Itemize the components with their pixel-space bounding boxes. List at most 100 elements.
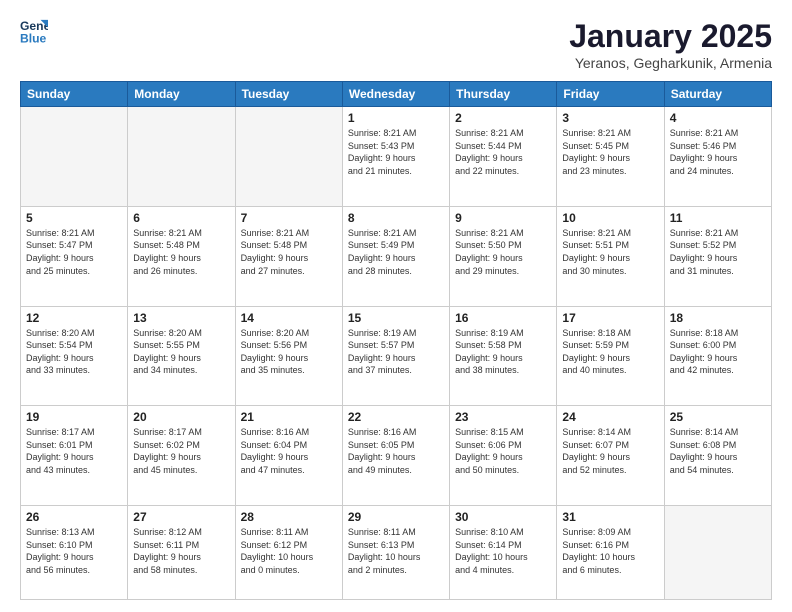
cell-info: and 21 minutes. bbox=[348, 165, 444, 178]
cell-info: Daylight: 9 hours bbox=[562, 152, 658, 165]
cell-info: Sunset: 5:58 PM bbox=[455, 339, 551, 352]
calendar-cell: 16Sunrise: 8:19 AMSunset: 5:58 PMDayligh… bbox=[450, 306, 557, 406]
cell-info: Daylight: 9 hours bbox=[241, 352, 337, 365]
cell-info: and 25 minutes. bbox=[26, 265, 122, 278]
calendar-cell: 25Sunrise: 8:14 AMSunset: 6:08 PMDayligh… bbox=[664, 406, 771, 506]
cell-info: and 0 minutes. bbox=[241, 564, 337, 577]
cell-info: Sunset: 5:54 PM bbox=[26, 339, 122, 352]
cell-info: Sunrise: 8:15 AM bbox=[455, 426, 551, 439]
cell-info: Sunset: 6:11 PM bbox=[133, 539, 229, 552]
cell-info: Sunrise: 8:21 AM bbox=[455, 127, 551, 140]
calendar-cell: 20Sunrise: 8:17 AMSunset: 6:02 PMDayligh… bbox=[128, 406, 235, 506]
cell-info: and 30 minutes. bbox=[562, 265, 658, 278]
day-number: 31 bbox=[562, 510, 658, 524]
cell-info: Sunrise: 8:18 AM bbox=[670, 327, 766, 340]
calendar-cell: 23Sunrise: 8:15 AMSunset: 6:06 PMDayligh… bbox=[450, 406, 557, 506]
day-number: 17 bbox=[562, 311, 658, 325]
day-number: 20 bbox=[133, 410, 229, 424]
cell-info: and 40 minutes. bbox=[562, 364, 658, 377]
cell-info: Sunrise: 8:09 AM bbox=[562, 526, 658, 539]
cell-info: and 2 minutes. bbox=[348, 564, 444, 577]
cell-info: and 45 minutes. bbox=[133, 464, 229, 477]
cell-info: Sunset: 5:47 PM bbox=[26, 239, 122, 252]
cell-info: Sunrise: 8:21 AM bbox=[348, 127, 444, 140]
cell-info: Sunrise: 8:10 AM bbox=[455, 526, 551, 539]
cell-info: Daylight: 9 hours bbox=[670, 451, 766, 464]
cell-info: Sunset: 5:48 PM bbox=[241, 239, 337, 252]
cell-info: Sunset: 5:49 PM bbox=[348, 239, 444, 252]
col-friday: Friday bbox=[557, 82, 664, 107]
day-number: 6 bbox=[133, 211, 229, 225]
calendar-cell: 31Sunrise: 8:09 AMSunset: 6:16 PMDayligh… bbox=[557, 506, 664, 600]
calendar-cell bbox=[235, 107, 342, 207]
cell-info: Daylight: 9 hours bbox=[133, 451, 229, 464]
cell-info: and 24 minutes. bbox=[670, 165, 766, 178]
cell-info: Sunrise: 8:21 AM bbox=[455, 227, 551, 240]
cell-info: Sunset: 5:43 PM bbox=[348, 140, 444, 153]
cell-info: Sunrise: 8:18 AM bbox=[562, 327, 658, 340]
day-number: 2 bbox=[455, 111, 551, 125]
cell-info: Sunrise: 8:17 AM bbox=[133, 426, 229, 439]
calendar-week-3: 12Sunrise: 8:20 AMSunset: 5:54 PMDayligh… bbox=[21, 306, 772, 406]
header: General Blue January 2025 Yeranos, Gegha… bbox=[20, 18, 772, 71]
cell-info: Sunset: 6:13 PM bbox=[348, 539, 444, 552]
calendar-cell: 30Sunrise: 8:10 AMSunset: 6:14 PMDayligh… bbox=[450, 506, 557, 600]
cell-info: Daylight: 9 hours bbox=[670, 152, 766, 165]
cell-info: Sunset: 6:01 PM bbox=[26, 439, 122, 452]
day-number: 10 bbox=[562, 211, 658, 225]
cell-info: Daylight: 10 hours bbox=[241, 551, 337, 564]
cell-info: Daylight: 9 hours bbox=[241, 451, 337, 464]
cell-info: Sunrise: 8:19 AM bbox=[455, 327, 551, 340]
day-number: 11 bbox=[670, 211, 766, 225]
day-number: 18 bbox=[670, 311, 766, 325]
cell-info: Sunrise: 8:20 AM bbox=[133, 327, 229, 340]
col-wednesday: Wednesday bbox=[342, 82, 449, 107]
cell-info: Sunset: 6:14 PM bbox=[455, 539, 551, 552]
day-number: 28 bbox=[241, 510, 337, 524]
day-number: 4 bbox=[670, 111, 766, 125]
cell-info: Daylight: 9 hours bbox=[455, 252, 551, 265]
cell-info: Sunrise: 8:21 AM bbox=[348, 227, 444, 240]
calendar-cell: 2Sunrise: 8:21 AMSunset: 5:44 PMDaylight… bbox=[450, 107, 557, 207]
cell-info: Sunrise: 8:14 AM bbox=[670, 426, 766, 439]
cell-info: Sunrise: 8:12 AM bbox=[133, 526, 229, 539]
cell-info: and 34 minutes. bbox=[133, 364, 229, 377]
cell-info: Sunrise: 8:21 AM bbox=[241, 227, 337, 240]
cell-info: Daylight: 9 hours bbox=[562, 252, 658, 265]
day-number: 29 bbox=[348, 510, 444, 524]
calendar-cell bbox=[128, 107, 235, 207]
header-row: Sunday Monday Tuesday Wednesday Thursday… bbox=[21, 82, 772, 107]
cell-info: Sunrise: 8:20 AM bbox=[241, 327, 337, 340]
day-number: 3 bbox=[562, 111, 658, 125]
cell-info: Daylight: 9 hours bbox=[670, 352, 766, 365]
title-block: January 2025 Yeranos, Gegharkunik, Armen… bbox=[569, 18, 772, 71]
page: General Blue January 2025 Yeranos, Gegha… bbox=[0, 0, 792, 612]
cell-info: Sunset: 6:16 PM bbox=[562, 539, 658, 552]
cell-info: Sunset: 6:00 PM bbox=[670, 339, 766, 352]
day-number: 30 bbox=[455, 510, 551, 524]
cell-info: and 52 minutes. bbox=[562, 464, 658, 477]
location-subtitle: Yeranos, Gegharkunik, Armenia bbox=[569, 55, 772, 71]
cell-info: Sunset: 6:10 PM bbox=[26, 539, 122, 552]
cell-info: Daylight: 10 hours bbox=[348, 551, 444, 564]
cell-info: Daylight: 9 hours bbox=[241, 252, 337, 265]
cell-info: Sunset: 5:44 PM bbox=[455, 140, 551, 153]
col-monday: Monday bbox=[128, 82, 235, 107]
cell-info: Sunset: 6:08 PM bbox=[670, 439, 766, 452]
calendar-week-5: 26Sunrise: 8:13 AMSunset: 6:10 PMDayligh… bbox=[21, 506, 772, 600]
cell-info: Daylight: 9 hours bbox=[26, 252, 122, 265]
day-number: 26 bbox=[26, 510, 122, 524]
logo-icon: General Blue bbox=[20, 18, 48, 46]
calendar-cell: 10Sunrise: 8:21 AMSunset: 5:51 PMDayligh… bbox=[557, 206, 664, 306]
cell-info: and 49 minutes. bbox=[348, 464, 444, 477]
calendar-cell: 29Sunrise: 8:11 AMSunset: 6:13 PMDayligh… bbox=[342, 506, 449, 600]
calendar-week-4: 19Sunrise: 8:17 AMSunset: 6:01 PMDayligh… bbox=[21, 406, 772, 506]
cell-info: Daylight: 9 hours bbox=[26, 551, 122, 564]
cell-info: Sunset: 5:48 PM bbox=[133, 239, 229, 252]
cell-info: Sunrise: 8:21 AM bbox=[670, 127, 766, 140]
cell-info: Sunset: 5:55 PM bbox=[133, 339, 229, 352]
calendar-week-2: 5Sunrise: 8:21 AMSunset: 5:47 PMDaylight… bbox=[21, 206, 772, 306]
calendar-cell: 8Sunrise: 8:21 AMSunset: 5:49 PMDaylight… bbox=[342, 206, 449, 306]
cell-info: and 35 minutes. bbox=[241, 364, 337, 377]
cell-info: and 50 minutes. bbox=[455, 464, 551, 477]
